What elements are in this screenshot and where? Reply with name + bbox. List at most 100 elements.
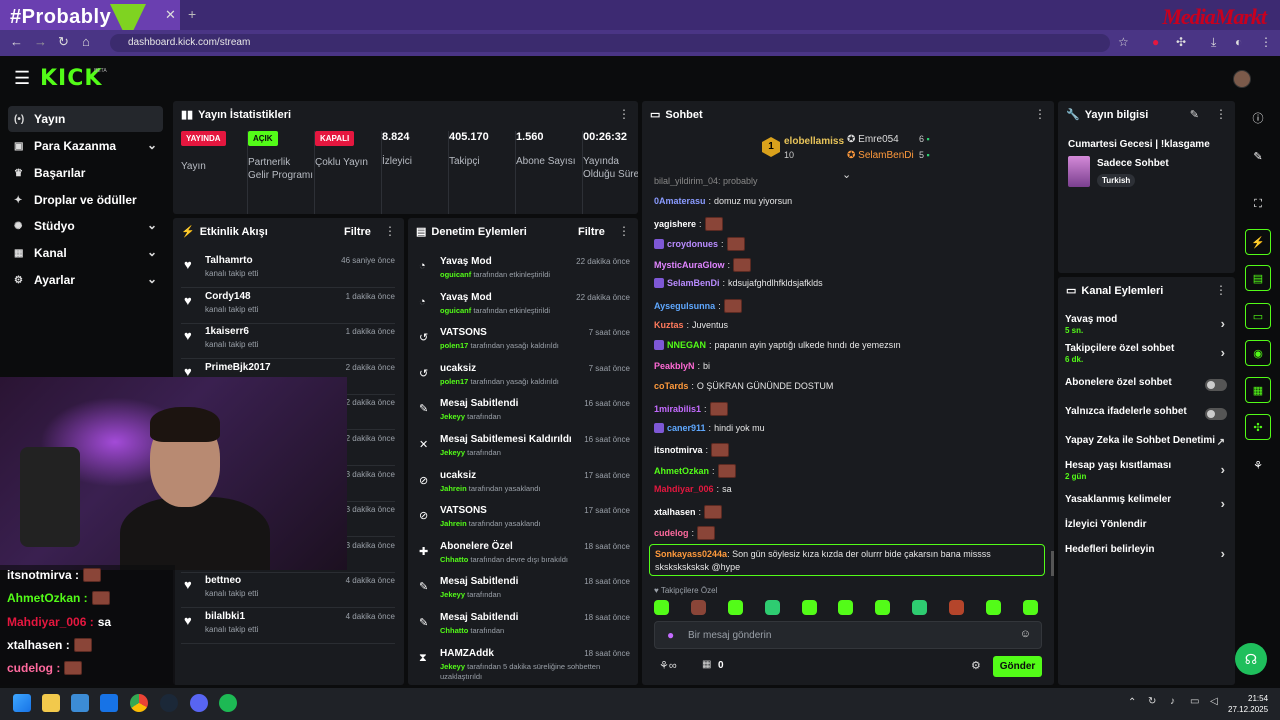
gift-icon[interactable]: ▦	[702, 659, 711, 670]
panel-menu-icon[interactable]: ⋮	[1034, 107, 1046, 121]
toggle-switch[interactable]	[1205, 408, 1227, 420]
quick-emote[interactable]	[875, 600, 891, 615]
store-icon[interactable]	[71, 694, 89, 712]
mic-icon[interactable]: ●	[667, 628, 674, 642]
channel-action-row[interactable]: Yalnızca ifadelerle sohbet	[1065, 406, 1229, 420]
channel-action-row[interactable]: Yapay Zeka ile Sohbet Denetimi ↗	[1065, 435, 1229, 448]
download-icon[interactable]: ⤓	[1211, 35, 1216, 50]
moderator-username[interactable]: oguicanf	[440, 306, 471, 315]
chat-username[interactable]: croydonues	[667, 239, 718, 249]
broadcast-icon[interactable]: ◉	[1245, 340, 1271, 366]
moderator-username[interactable]: Jekeyy	[440, 590, 465, 599]
chat-username[interactable]: NNEGAN	[667, 340, 706, 350]
channel-action-row[interactable]: Yavaş mod 5 sn. ›	[1065, 314, 1229, 335]
chevron-down-icon[interactable]: ⌄	[842, 168, 851, 181]
close-tab-icon[interactable]: ✕	[165, 7, 176, 23]
quick-emote[interactable]	[801, 600, 817, 615]
info-icon[interactable]: ⓘ	[1245, 105, 1271, 131]
browser-menu-icon[interactable]: ⋮	[1260, 35, 1272, 49]
moderator-username[interactable]: Jahrein	[440, 484, 467, 493]
chat-username[interactable]: xtalhasen	[654, 507, 696, 517]
panel-menu-icon[interactable]: ⋮	[618, 224, 630, 238]
quick-emote[interactable]	[838, 600, 854, 615]
chrome-icon[interactable]	[130, 694, 148, 712]
moderator-username[interactable]: oguicanf	[440, 270, 471, 279]
activity-row[interactable]: ♥ bettneo kanalı takip etti 4 dakika önce	[181, 572, 395, 609]
home-icon[interactable]: ⌂	[82, 34, 90, 49]
activity-username[interactable]: PrimeBjk2017	[205, 362, 271, 373]
chat-username[interactable]: Sonkayass0244a	[655, 549, 727, 559]
category-thumbnail[interactable]	[1068, 156, 1090, 187]
reload-icon[interactable]: ↻	[58, 34, 69, 50]
panel-menu-icon[interactable]: ⋮	[1215, 107, 1227, 121]
moderation-row[interactable]: ✎ Mesaj Sabitlendi Jekeyy tarafından 16 saa…	[416, 396, 630, 432]
activity-username[interactable]: 1kaiserr6	[205, 326, 249, 337]
chat-username[interactable]: yagishere	[654, 219, 696, 229]
chat-username[interactable]: Kuztas	[654, 320, 684, 330]
edit-pencil-icon[interactable]: ✎	[1245, 143, 1271, 169]
quick-emote[interactable]	[1022, 600, 1038, 615]
moderation-row[interactable]: ✎ Mesaj Sabitlendi Chhatto tarafından 18 sa…	[416, 610, 630, 646]
quick-emote[interactable]	[690, 600, 706, 615]
chat-username[interactable]: Mahdiyar_006	[654, 484, 714, 494]
activity-row[interactable]: ♥ 1kaiserr6 kanalı takip etti 1 dakika önce	[181, 323, 395, 360]
chat-username[interactable]: 0Amaterasu	[654, 196, 706, 206]
activity-username[interactable]: bettneo	[205, 575, 241, 586]
moderation-row[interactable]: ◔ Yavaş Mod oguicanf tarafından etkinleşti…	[416, 290, 630, 326]
moderation-row[interactable]: ✚ Abonelere Özel Chhatto tarafından devre …	[416, 539, 630, 575]
channel-action-row[interactable]: İzleyici Yönlendir	[1065, 519, 1229, 530]
lightning-icon[interactable]: ⚡	[1245, 229, 1271, 255]
chat-username[interactable]: Aysegulsunna	[654, 301, 715, 311]
channel-action-row[interactable]: Hesap yaşı kısıtlaması 2 gün ›	[1065, 460, 1229, 481]
chat-scrollbar[interactable]	[1051, 551, 1054, 576]
user-avatar[interactable]	[1233, 70, 1251, 88]
extension-red-icon[interactable]: ●	[1152, 35, 1159, 49]
sidebar-item-basarilar[interactable]: ♛ Başarılar	[8, 160, 163, 186]
moderator-username[interactable]: polen17	[440, 341, 468, 350]
activity-username[interactable]: Talhamrto	[205, 255, 253, 266]
moderation-row[interactable]: ◔ Yavaş Mod oguicanf tarafından etkinleşti…	[416, 254, 630, 290]
activity-row[interactable]: ♥ bilalbki1 kanalı takip etti 4 dakika önce	[181, 608, 395, 644]
moderator-username[interactable]: Jekeyy	[440, 412, 465, 421]
moderation-row[interactable]: ⊘ ucaksiz Jahrein tarafından yasaklandı 17 …	[416, 468, 630, 504]
spotify-icon[interactable]	[219, 694, 237, 712]
tray-volume-icon[interactable]: ◁	[1210, 696, 1218, 707]
sidebar-item-kanal[interactable]: ▦ Kanal ⌄	[8, 240, 163, 266]
support-headset-icon[interactable]: ☊	[1235, 643, 1267, 675]
moderator-username[interactable]: polen17	[440, 377, 468, 386]
chat-username[interactable]: AhmetOzkan	[654, 466, 709, 476]
emoji-picker-icon[interactable]: ☺	[1020, 628, 1031, 640]
panel-menu-icon[interactable]: ⋮	[384, 224, 396, 238]
profile-icon[interactable]: ◐	[1235, 35, 1242, 49]
steam-icon[interactable]	[160, 694, 178, 712]
channel-action-row[interactable]: Yasaklanmış kelimeler ›	[1065, 494, 1229, 511]
tray-network-icon[interactable]: ▭	[1190, 696, 1199, 707]
moderation-row[interactable]: ✕ Mesaj Sabitlemesi Kaldırıldı Jekeyy tara…	[416, 432, 630, 468]
quick-emote[interactable]	[912, 600, 928, 615]
moderator-username[interactable]: Jekeyy	[440, 448, 465, 457]
moderator-username[interactable]: Jekeyy	[440, 662, 465, 671]
sidebar-item-para-kazanma[interactable]: ▣ Para Kazanma ⌄	[8, 133, 163, 159]
channel-action-row[interactable]: Takipçilere özel sohbet 6 dk. ›	[1065, 343, 1229, 364]
outlook-icon[interactable]	[100, 694, 118, 712]
chat-username[interactable]: cudelog	[654, 528, 689, 538]
forward-icon[interactable]: →	[34, 34, 47, 49]
back-icon[interactable]: ←	[10, 34, 23, 49]
channel-action-row[interactable]: Hedefleri belirleyin ›	[1065, 544, 1229, 561]
chat-username[interactable]: itsnotmirva	[654, 445, 703, 455]
new-tab-icon[interactable]: +	[188, 6, 196, 22]
bookmark-star-icon[interactable]: ☆	[1118, 35, 1129, 49]
quick-emote[interactable]	[764, 600, 780, 615]
menu-icon[interactable]: ☰	[14, 68, 30, 89]
send-button[interactable]: Gönder	[993, 656, 1042, 677]
moderator-username[interactable]: Chhatto	[440, 555, 468, 564]
chat-username[interactable]: 1mirabilis1	[654, 404, 701, 414]
moderation-row[interactable]: ✎ Mesaj Sabitlendi Jekeyy tarafından 18 saa…	[416, 574, 630, 610]
sidebar-item-droplar[interactable]: ✦ Droplar ve ödüller	[8, 187, 163, 213]
leaderboard-second[interactable]: ✪ Emre054	[847, 134, 899, 145]
chat-username[interactable]: coTards	[654, 381, 688, 391]
tray-mic-icon[interactable]: ♪	[1170, 696, 1175, 707]
extensions-puzzle-icon[interactable]: ✣	[1176, 35, 1186, 49]
chat-username[interactable]: MysticAuraGlow	[654, 260, 725, 270]
layout-icon[interactable]: ▦	[1245, 377, 1271, 403]
